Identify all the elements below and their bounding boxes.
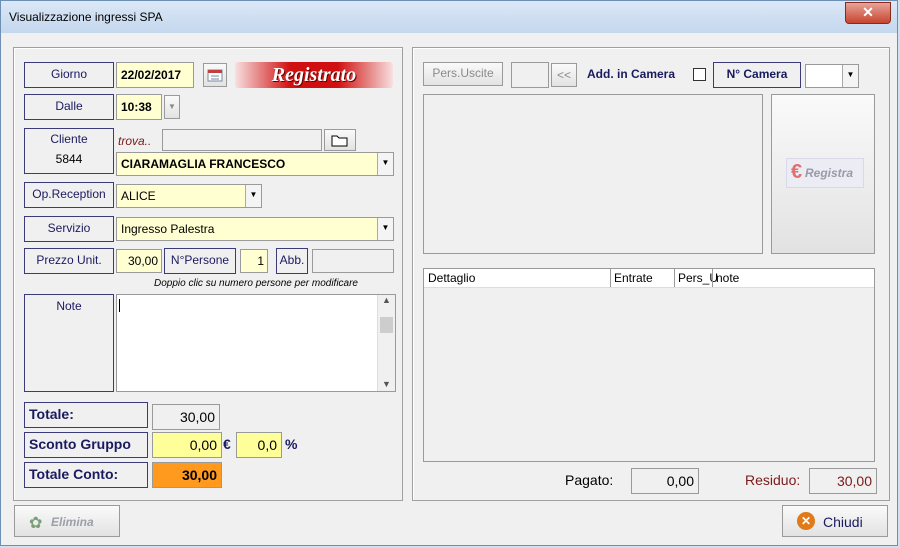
note-textarea[interactable]: ▲ ▼	[116, 294, 396, 392]
euro-sign: €	[223, 436, 231, 452]
abb-label: Abb.	[276, 248, 308, 274]
giorno-field[interactable]: 22/02/2017	[116, 62, 194, 88]
col-note[interactable]: note	[712, 269, 739, 287]
abb-field[interactable]	[312, 249, 394, 273]
servizio-value: Ingresso Palestra	[121, 222, 215, 236]
npersone-label: N°Persone	[164, 248, 236, 274]
chevron-down-icon: ▼	[245, 185, 261, 207]
chevron-down-icon: ▼	[168, 102, 176, 111]
pagato-value: 0,00	[631, 468, 699, 494]
add-camera-checkbox[interactable]	[693, 68, 706, 81]
close-icon: ✕	[797, 512, 815, 530]
sconto-field[interactable]: 0,00	[152, 432, 222, 458]
npersone-field[interactable]: 1	[240, 249, 268, 273]
pagato-label: Pagato:	[565, 472, 614, 488]
trova-label: trova..	[118, 134, 152, 148]
elimina-label: Elimina	[51, 515, 94, 529]
elimina-button[interactable]: ✿ Elimina	[14, 505, 120, 537]
registrato-text: Registrato	[271, 64, 357, 86]
chevron-down-icon: ▼	[377, 153, 393, 175]
dalle-dropdown[interactable]: ▼	[164, 95, 180, 119]
residuo-label: Residuo:	[745, 472, 801, 488]
title-bar: Visualizzazione ingressi SPA ✕	[1, 1, 897, 33]
cliente-label: Cliente	[50, 132, 88, 146]
prezzo-field[interactable]: 30,00	[116, 249, 162, 273]
servizio-select[interactable]: Ingresso Palestra ▼	[116, 217, 394, 241]
chevron-down-icon: ▼	[377, 218, 393, 240]
camera-info-area	[423, 94, 763, 254]
op-reception-select[interactable]: ALICE ▼	[116, 184, 262, 208]
dalle-label: Dalle	[24, 94, 114, 120]
note-label: Note	[24, 294, 114, 392]
pers-uscite-field[interactable]	[511, 62, 549, 88]
note-scrollbar[interactable]: ▲ ▼	[377, 295, 395, 391]
scroll-thumb[interactable]	[380, 317, 393, 333]
search-client-button[interactable]	[324, 129, 356, 151]
left-panel: Giorno 22/02/2017 Registrato Dalle 10:38…	[13, 47, 403, 501]
percent-sign: %	[285, 436, 298, 452]
dalle-field[interactable]: 10:38	[116, 94, 162, 120]
giorno-label: Giorno	[24, 62, 114, 88]
chevron-up-icon[interactable]: ▲	[378, 295, 395, 305]
totale-label: Totale:	[24, 402, 148, 428]
sconto-perc-field[interactable]: 0,0	[236, 432, 282, 458]
hint-text: Doppio clic su numero persone per modifi…	[154, 278, 358, 289]
client-area: Giorno 22/02/2017 Registrato Dalle 10:38…	[8, 33, 892, 541]
op-reception-value: ALICE	[121, 189, 156, 203]
ncamera-select[interactable]: ▼	[805, 64, 859, 88]
col-dettaglio[interactable]: Dettaglio	[428, 271, 475, 285]
table-header: Dettaglio Entrate Pers_U note	[424, 269, 874, 288]
add-camera-label: Add. in Camera	[587, 67, 676, 81]
servizio-label: Servizio	[24, 216, 114, 242]
cliente-box: Cliente 5844	[24, 128, 114, 174]
residuo-value: 30,00	[809, 468, 877, 494]
folder-icon	[331, 135, 348, 147]
registra-button[interactable]: € Registra	[771, 94, 875, 254]
prezzo-label: Prezzo Unit.	[24, 248, 114, 274]
calendar-icon	[207, 69, 223, 82]
prev-button[interactable]: <<	[551, 63, 577, 87]
euro-icon: €	[791, 161, 803, 183]
op-reception-label: Op.Reception	[24, 182, 114, 208]
registra-badge: € Registra	[786, 158, 864, 188]
totale-value: 30,00	[152, 404, 220, 430]
window-close-button[interactable]: ✕	[845, 2, 891, 24]
window-title: Visualizzazione ingressi SPA	[9, 10, 163, 24]
registra-label: Registra	[805, 166, 854, 180]
text-cursor	[119, 299, 120, 312]
cliente-code: 5844	[55, 152, 83, 166]
totale-conto-label: Totale Conto:	[24, 462, 148, 488]
totale-conto-value: 30,00	[152, 462, 222, 488]
registrato-stamp: Registrato	[235, 62, 393, 88]
chevron-down-icon: ▼	[842, 65, 858, 87]
detail-table: Dettaglio Entrate Pers_U note	[423, 268, 875, 462]
cliente-name-select[interactable]: CIARAMAGLIA FRANCESCO ▼	[116, 152, 394, 176]
chiudi-button[interactable]: ✕ Chiudi	[782, 505, 888, 537]
chevron-down-icon[interactable]: ▼	[378, 379, 395, 389]
chiudi-label: Chiudi	[823, 514, 863, 530]
calendar-button[interactable]	[203, 63, 227, 87]
col-entrate[interactable]: Entrate	[610, 269, 653, 287]
trova-field[interactable]	[162, 129, 322, 151]
right-panel: Pers.Uscite << Add. in Camera N° Camera …	[412, 47, 890, 501]
ncamera-label: N° Camera	[713, 62, 801, 88]
sconto-label: Sconto Gruppo	[24, 432, 148, 458]
main-window: Visualizzazione ingressi SPA ✕ Giorno 22…	[0, 0, 898, 546]
pers-uscite-button[interactable]: Pers.Uscite	[423, 62, 503, 86]
delete-icon: ✿	[29, 515, 43, 532]
cliente-name: CIARAMAGLIA FRANCESCO	[121, 157, 286, 171]
